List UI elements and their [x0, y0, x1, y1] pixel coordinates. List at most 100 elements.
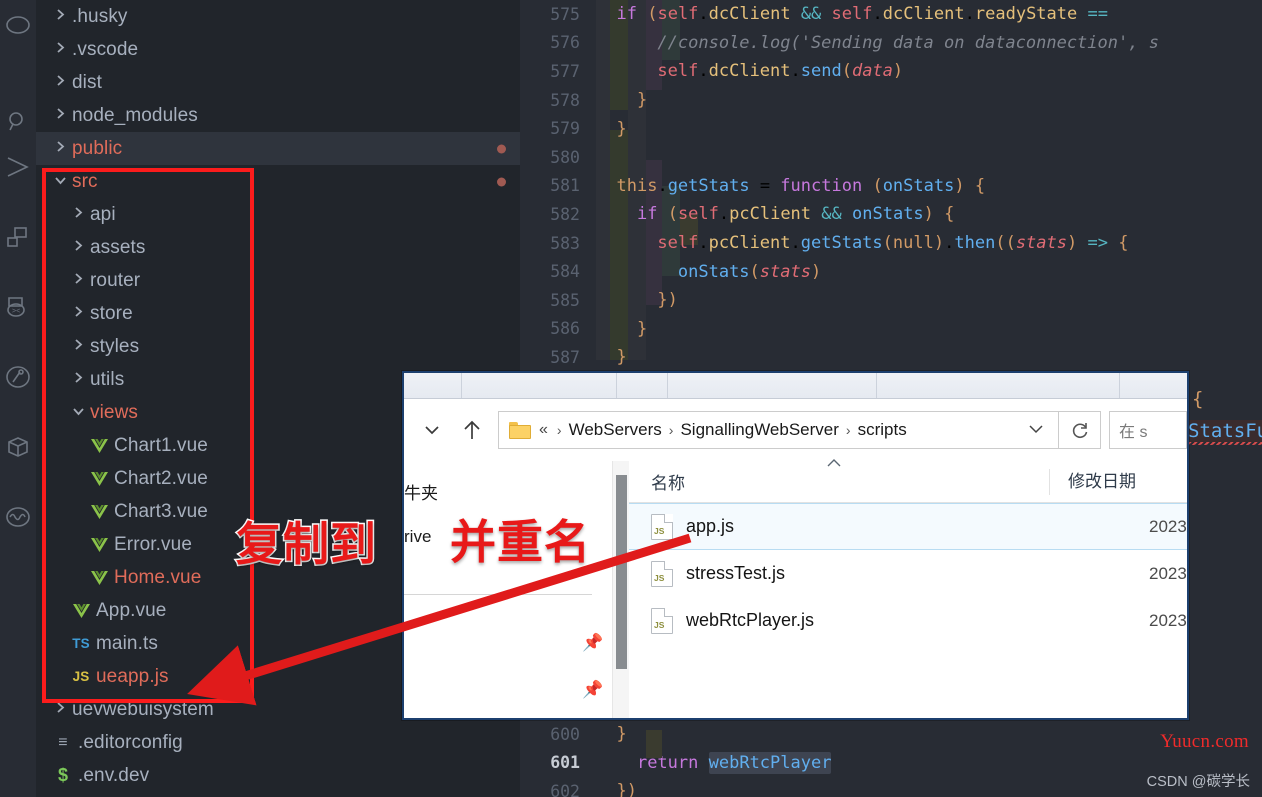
tree-item--vscode[interactable]: .vscode [36, 33, 520, 66]
breadcrumb[interactable]: « › WebServers › SignallingWebServer › scripts [539, 420, 907, 440]
chevron-right-icon[interactable] [50, 8, 70, 25]
code-line[interactable]: 587 } [520, 343, 1262, 372]
remote-explorer-icon[interactable]: >< [0, 285, 36, 329]
chevron-right-icon[interactable] [68, 338, 88, 355]
code-lines[interactable]: 575 if (self.dcClient && self.dcClient.r… [520, 0, 1262, 400]
refresh-icon[interactable] [1059, 411, 1101, 449]
code-line[interactable]: 575 if (self.dcClient && self.dcClient.r… [520, 0, 1262, 29]
line-number: 576 [550, 33, 580, 53]
breadcrumb-item[interactable]: SignallingWebServer [680, 420, 838, 440]
extensions-icon[interactable] [0, 215, 36, 259]
code-line[interactable]: 581 this.getStats = function (onStats) { [520, 172, 1262, 201]
tree-item-label: router [90, 269, 141, 291]
tree-item-label: .husky [72, 5, 128, 27]
activity-bar[interactable]: >< [0, 0, 36, 797]
tree-item-label: node_modules [72, 104, 198, 126]
file-name: webRtcPlayer.js [686, 610, 815, 630]
navigation-pane[interactable]: 牛夹 rive 📌 📌 [404, 461, 612, 718]
column-header-name[interactable]: 名称 [629, 459, 1049, 494]
chevron-right-icon[interactable] [50, 701, 70, 718]
chevron-right-icon[interactable] [68, 206, 88, 223]
breadcrumb-item[interactable]: WebServers [569, 420, 662, 440]
chevron-right-icon[interactable] [68, 371, 88, 388]
tree-item-public[interactable]: public [36, 132, 520, 165]
column-header-date[interactable]: 修改日期 [1049, 468, 1136, 495]
annotation-copy-to: 复制到 [235, 516, 378, 573]
file-row[interactable]: JS app.js 2023/2/ [629, 503, 1187, 550]
search-icon[interactable] [0, 100, 36, 144]
pin-icon[interactable]: 📌 [582, 680, 603, 700]
code-line[interactable]: 580 [520, 143, 1262, 172]
caret-up-icon [825, 457, 843, 472]
tree-item-router[interactable]: router [36, 264, 520, 297]
file-date: 2023/2/ [1149, 610, 1187, 630]
package-icon[interactable] [0, 425, 36, 469]
explorer-body: 牛夹 rive 📌 📌 名称 修改日期 JS app.js 2023 JS st… [404, 459, 1187, 718]
explorer-toolbar[interactable]: « › WebServers › SignallingWebServer › scripts… [404, 399, 1187, 461]
explorer-ribbon[interactable] [404, 373, 1187, 399]
chevron-right-icon[interactable] [68, 305, 88, 322]
tree-item-label: uevwebuisystem [72, 698, 214, 720]
tree-item-label: src [72, 170, 98, 192]
breadcrumb-overflow[interactable]: « [539, 421, 550, 439]
column-headers[interactable]: 名称 修改日期 [629, 459, 1187, 503]
search-input[interactable]: 在 s [1109, 411, 1187, 449]
code-line[interactable]: 578 } [520, 86, 1262, 115]
address-bar[interactable]: « › WebServers › SignallingWebServer › scripts [498, 411, 1059, 449]
code-line[interactable]: 582 if (self.pcClient && onStats) { [520, 200, 1262, 229]
tree-item-label: store [90, 302, 133, 324]
tree-item-styles[interactable]: styles [36, 330, 520, 363]
code-line[interactable]: 600 } [520, 720, 1262, 749]
tree-item--editorconfig[interactable]: ≡ .editorconfig [36, 726, 520, 759]
scrollbar[interactable] [612, 461, 629, 718]
modified-dot-icon [497, 144, 506, 153]
tree-item--husky[interactable]: .husky [36, 0, 520, 33]
annotation-rename: 并重名 [449, 514, 592, 571]
debug-console-icon[interactable] [0, 355, 36, 399]
tree-item-label: api [90, 203, 116, 225]
chevron-right-icon[interactable] [50, 140, 70, 157]
run-play-icon[interactable] [0, 145, 36, 189]
tree-item-label: utils [90, 368, 125, 390]
pin-icon[interactable]: 📌 [582, 633, 603, 653]
chevron-down-icon[interactable] [1020, 422, 1052, 439]
tree-item-label: Chart3.vue [114, 500, 208, 522]
tree-item-label: assets [90, 236, 146, 258]
chevron-down-icon[interactable] [68, 404, 88, 421]
scrollbar-thumb[interactable] [616, 475, 627, 669]
chevron-right-icon[interactable] [50, 41, 70, 58]
code-line[interactable]: 576 //console.log('Sending data on datac… [520, 29, 1262, 58]
chevron-right-icon[interactable] [50, 74, 70, 91]
code-line[interactable]: 586 } [520, 315, 1262, 344]
tree-item-assets[interactable]: assets [36, 231, 520, 264]
file-row[interactable]: JS webRtcPlayer.js 2023/2/ [629, 597, 1187, 644]
chevron-right-icon[interactable] [50, 107, 70, 124]
code-line[interactable]: 579 } [520, 114, 1262, 143]
code-line[interactable]: 585 }) [520, 286, 1262, 315]
circle-icon[interactable] [0, 6, 36, 50]
file-list[interactable]: JS app.js 2023/2/JS stressTest.js 2023/2/JS w… [629, 503, 1187, 644]
tree-item-src[interactable]: src [36, 165, 520, 198]
chevron-right-icon[interactable] [68, 272, 88, 289]
code-line[interactable]: 583 self.pcClient.getStats(null).then((s… [520, 229, 1262, 258]
database-icon[interactable] [0, 495, 36, 539]
editor-scope-stripe [646, 730, 662, 758]
code-text: } [616, 347, 627, 368]
tree-item-dist[interactable]: dist [36, 66, 520, 99]
up-arrow-icon[interactable] [452, 411, 492, 449]
file-row[interactable]: JS stressTest.js 2023/2/ [629, 550, 1187, 597]
breadcrumb-item[interactable]: scripts [858, 420, 907, 440]
chevron-right-icon[interactable] [68, 239, 88, 256]
code-text: this.getStats = function (onStats) { [616, 175, 986, 196]
chevron-down-icon[interactable] [50, 173, 70, 190]
tree-item-node-modules[interactable]: node_modules [36, 99, 520, 132]
file-list-pane[interactable]: 名称 修改日期 JS app.js 2023/2/JS stressTest.js 20… [629, 459, 1187, 718]
nav-item[interactable]: 牛夹 [404, 479, 438, 504]
chevron-down-icon[interactable] [412, 411, 452, 449]
code-line[interactable]: 577 self.dcClient.send(data) [520, 57, 1262, 86]
tree-item-api[interactable]: api [36, 198, 520, 231]
tree-item--env-dev[interactable]: $ .env.dev [36, 759, 520, 792]
tree-item-store[interactable]: store [36, 297, 520, 330]
code-line[interactable]: 584 onStats(stats) [520, 257, 1262, 286]
nav-item[interactable]: rive [404, 527, 431, 547]
